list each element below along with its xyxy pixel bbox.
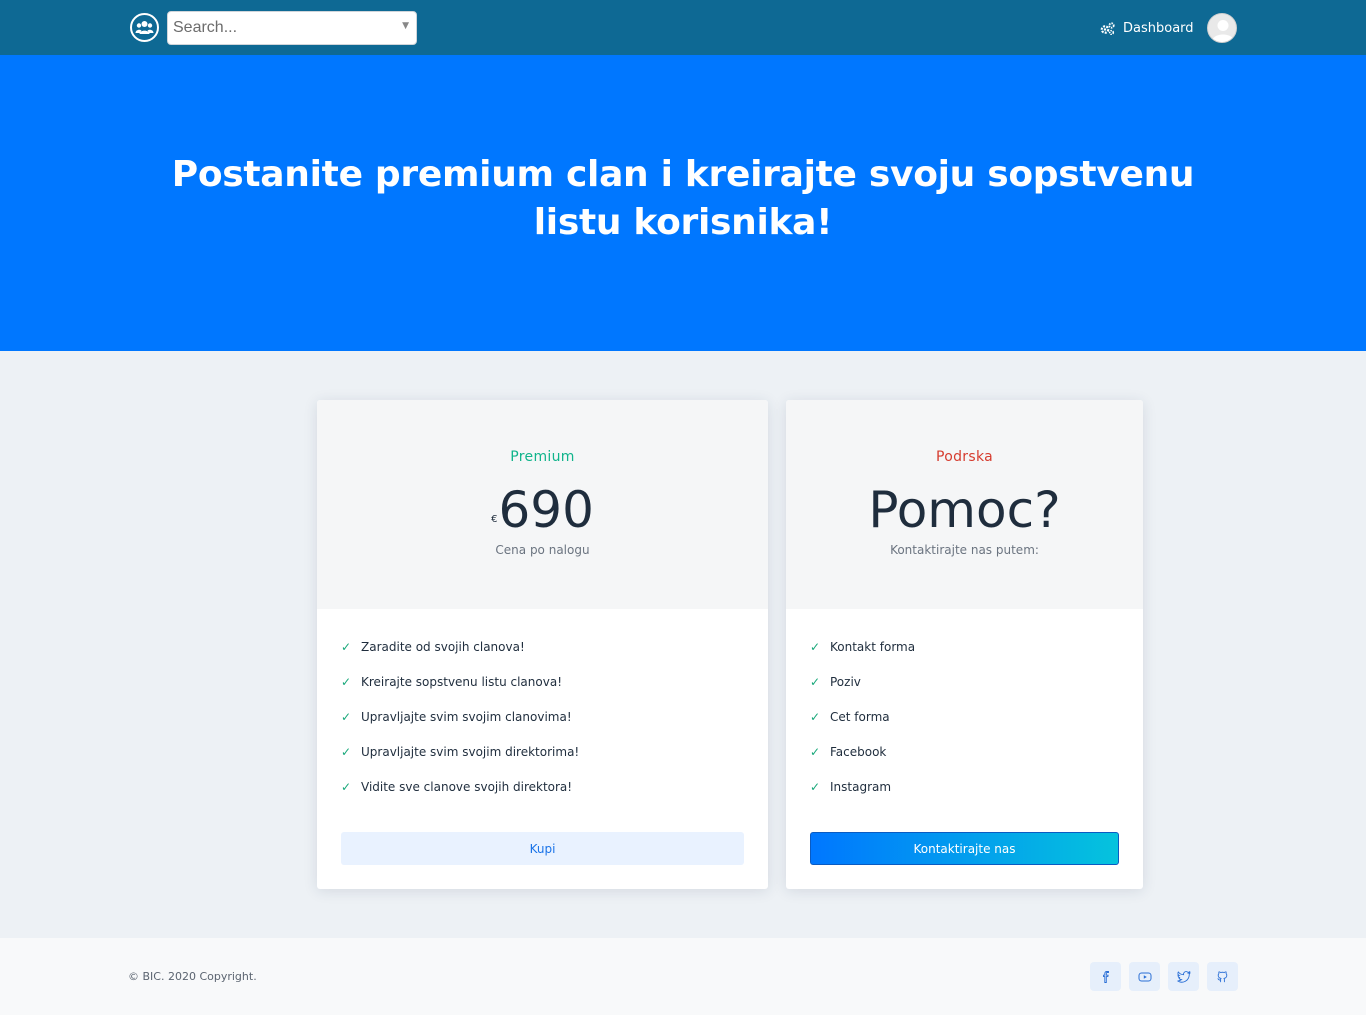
plan-name: Podrska (936, 449, 993, 465)
check-icon: ✓ (341, 710, 352, 724)
check-icon: ✓ (810, 745, 821, 759)
premium-card-header: Premium €690 Cena po nalogu (317, 400, 768, 609)
plan-subtitle: Cena po nalogu (495, 543, 590, 557)
page-footer: © BIC. 2020 Copyright. (0, 938, 1366, 1015)
check-icon: ✓ (810, 675, 821, 689)
dashboard-link[interactable]: Dashboard (1100, 18, 1194, 38)
support-card-header: Podrska Pomoc? Kontaktirajte nas putem: (786, 400, 1143, 609)
check-icon: ✓ (810, 780, 821, 794)
feature-text: Instagram (830, 780, 892, 794)
search-box[interactable]: ▼ (167, 11, 417, 45)
price-value: 690 (498, 481, 594, 539)
feature-text: Zaradite od svojih clanova! (361, 640, 525, 654)
premium-feature-list: ✓ Zaradite od svojih clanova! ✓ Kreirajte … (341, 640, 579, 815)
gears-icon (1100, 21, 1115, 35)
currency-symbol: € (491, 513, 498, 525)
users-logo-icon[interactable] (130, 13, 159, 42)
hero-title: Postanite premium clan i kreirajte svoju… (171, 154, 1195, 243)
feature-text: Vidite sve clanove svojih direktora! (361, 780, 573, 794)
feature-item: ✓ Upravljajte svim svojim direktorima! (341, 745, 579, 780)
feature-item: ✓ Kreirajte sopstvenu listu clanova! (341, 675, 579, 710)
feature-item: ✓ Facebook (810, 745, 915, 780)
feature-text: Cet forma (830, 710, 890, 724)
chevron-down-icon[interactable]: ▼ (402, 21, 409, 31)
support-plan-card: Podrska Pomoc? Kontaktirajte nas putem: … (786, 400, 1143, 889)
check-icon: ✓ (341, 780, 352, 794)
facebook-icon[interactable] (1090, 962, 1121, 991)
support-headline: Pomoc? (868, 481, 1061, 539)
plan-name: Premium (510, 449, 575, 465)
feature-item: ✓ Vidite sve clanove svojih direktora! (341, 780, 579, 815)
youtube-icon[interactable] (1129, 962, 1160, 991)
feature-item: ✓ Poziv (810, 675, 915, 710)
feature-item: ✓ Zaradite od svojih clanova! (341, 640, 579, 675)
copyright-text: © BIC. 2020 Copyright. (128, 970, 257, 983)
hero-banner: Postanite premium clan i kreirajte svoju… (0, 55, 1366, 351)
premium-plan-card: Premium €690 Cena po nalogu ✓ Zaradite od… (317, 400, 768, 889)
feature-text: Poziv (830, 675, 861, 689)
feature-text: Upravljajte svim svojim direktorima! (361, 745, 580, 759)
user-avatar[interactable] (1207, 13, 1237, 43)
plan-price: €690 (317, 480, 768, 544)
feature-item: ✓ Kontakt forma (810, 640, 915, 675)
check-icon: ✓ (810, 640, 821, 654)
feature-item: ✓ Instagram (810, 780, 915, 815)
search-input[interactable] (168, 12, 388, 44)
support-feature-list: ✓ Kontakt forma ✓ Poziv ✓ Cet forma ✓ Facebo… (810, 640, 915, 815)
plan-subtitle: Kontaktirajte nas putem: (890, 543, 1039, 557)
feature-text: Upravljajte svim svojim clanovima! (361, 710, 572, 724)
feature-text: Facebook (830, 745, 887, 759)
feature-item: ✓ Cet forma (810, 710, 915, 745)
buy-button[interactable]: Kupi (341, 832, 744, 865)
check-icon: ✓ (341, 640, 352, 654)
top-navbar: ▼ Dashboard (0, 0, 1366, 55)
feature-item: ✓ Upravljajte svim svojim clanovima! (341, 710, 579, 745)
dashboard-label: Dashboard (1123, 20, 1194, 36)
check-icon: ✓ (341, 675, 352, 689)
check-icon: ✓ (810, 710, 821, 724)
twitter-icon[interactable] (1168, 962, 1199, 991)
feature-text: Kontakt forma (830, 640, 916, 654)
check-icon: ✓ (341, 745, 352, 759)
github-icon[interactable] (1207, 962, 1238, 991)
contact-us-button[interactable]: Kontaktirajte nas (810, 832, 1119, 865)
feature-text: Kreirajte sopstvenu listu clanova! (361, 675, 562, 689)
